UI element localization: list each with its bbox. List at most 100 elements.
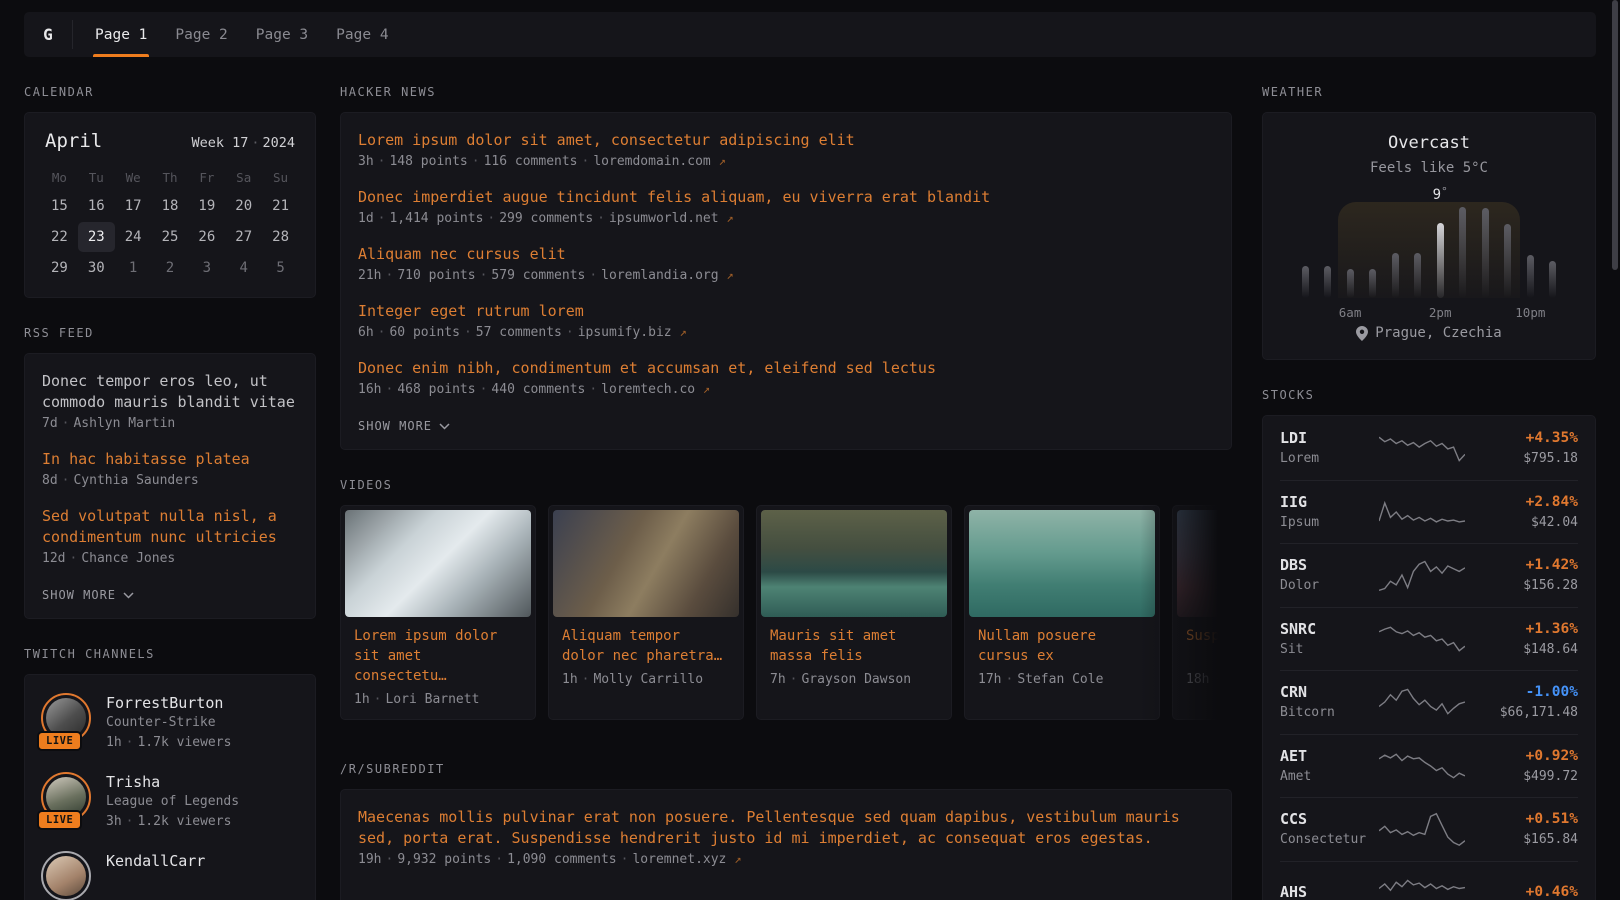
video-card[interactable]: Mauris sit amet massa felis 7h·Grayson D…	[756, 505, 952, 720]
external-link-icon: ↗	[734, 852, 741, 866]
page-scrollbar[interactable]	[1612, 0, 1618, 270]
nav-tab[interactable]: Page 4	[334, 12, 390, 57]
item-comments[interactable]: 57 comments	[476, 325, 562, 340]
stock-row[interactable]: AET Amet +0.92% $499.72	[1280, 734, 1578, 798]
rss-item-title[interactable]: In hac habitasse platea	[42, 449, 298, 470]
calendar-day: 16	[78, 191, 115, 221]
calendar-week: Week 17	[191, 135, 248, 151]
rss-show-more-button[interactable]: SHOW MORE	[42, 588, 134, 602]
stock-ticker: CCS	[1280, 809, 1379, 830]
stock-row[interactable]: SNRC Sit +1.36% $148.64	[1280, 607, 1578, 671]
stock-row[interactable]: CRN Bitcorn -1.00% $66,171.48	[1280, 670, 1578, 734]
stock-sparkline	[1379, 684, 1465, 720]
item-comments[interactable]: 440 comments	[491, 382, 585, 397]
stocks-widget: STOCKS LDI Lorem +4.35% $795.18	[1262, 388, 1596, 900]
twitch-viewers: 3h·1.2k viewers	[106, 812, 239, 832]
item-domain-link[interactable]: ipsumworld.net	[609, 211, 719, 226]
hackernews-item-meta: 3h·148 points·116 comments·loremdomain.c…	[358, 152, 1214, 171]
stock-row[interactable]: DBS Dolor +1.42% $156.28	[1280, 543, 1578, 607]
hackernews-card: Lorem ipsum dolor sit amet, consectetur …	[340, 112, 1232, 450]
hackernews-item-title[interactable]: Aliquam nec cursus elit	[358, 244, 1214, 265]
stock-row[interactable]: AHS +0.46%	[1280, 861, 1578, 900]
video-card[interactable]: Suspendisse diam 18h·Tara	[1172, 505, 1232, 720]
hackernews-item-title[interactable]: Donec imperdiet augue tincidunt felis al…	[358, 187, 1214, 208]
weather-hour-column	[1498, 202, 1518, 298]
weather-hour-column	[1453, 202, 1473, 298]
dot-separator: ·	[468, 154, 484, 169]
hackernews-item-title[interactable]: Integer eget rutrum lorem	[358, 301, 1214, 322]
stock-row[interactable]: LDI Lorem +4.35% $795.18	[1280, 416, 1578, 480]
rss-item-title[interactable]: Sed volutpat nulla nisl, a condimentum n…	[42, 506, 298, 548]
video-card[interactable]: Lorem ipsum dolor sit amet consectetu… 1…	[340, 505, 536, 720]
twitch-viewer-count: 1.7k viewers	[137, 735, 231, 750]
weather-location: Prague, Czechia	[1281, 325, 1577, 341]
stock-price: $66,171.48	[1465, 703, 1578, 722]
weather-hour-column	[1363, 202, 1383, 298]
rss-item-title[interactable]: Donec tempor eros leo, ut commodo mauris…	[42, 371, 298, 413]
item-age: 16h	[358, 382, 381, 397]
video-card[interactable]: Aliquam tempor dolor nec pharetra… 1h·Mo…	[548, 505, 744, 720]
item-domain-link[interactable]: loremnet.xyz	[632, 852, 726, 867]
item-comments[interactable]: 579 comments	[491, 268, 585, 283]
twitch-card: LIVE ForrestBurton Counter-Strike 1h·1.7…	[24, 674, 316, 900]
hackernews-section-title: HACKER NEWS	[340, 85, 1232, 99]
videos-row: Lorem ipsum dolor sit amet consectetu… 1…	[340, 505, 1232, 720]
twitch-channel-row[interactable]: LIVE ForrestBurton Counter-Strike 1h·1.7…	[41, 693, 299, 753]
dot-separator: ·	[122, 735, 138, 750]
avatar-ring	[41, 851, 91, 900]
calendar-weekday-label: Su	[262, 168, 299, 190]
calendar-day: 22	[41, 222, 78, 252]
calendar-card: April Week 17·2024 Mo Tu We Th Fr	[24, 112, 316, 298]
video-thumbnail	[1177, 510, 1232, 617]
video-title: Nullam posuere cursus ex	[978, 626, 1146, 666]
dot-separator: ·	[585, 382, 601, 397]
stock-price: $42.04	[1465, 513, 1578, 532]
stock-ticker: AHS	[1280, 882, 1379, 900]
hackernews-widget: HACKER NEWS Lorem ipsum dolor sit amet, …	[340, 85, 1232, 450]
calendar-day: 4	[225, 253, 262, 283]
nav-tab-label: Page 4	[336, 27, 388, 43]
item-comments[interactable]: 116 comments	[484, 154, 578, 169]
video-card[interactable]: Nullam posuere cursus ex 17h·Stefan Cole	[964, 505, 1160, 720]
calendar-weekday-label: Sa	[225, 168, 262, 190]
calendar-day: 1	[115, 253, 152, 283]
weather-section-title: WEATHER	[1262, 85, 1596, 99]
subreddit-post-title[interactable]: Maecenas mollis pulvinar erat non posuer…	[358, 807, 1214, 849]
item-domain-link[interactable]: loremtech.co	[601, 382, 695, 397]
nav-tab[interactable]: Page 3	[254, 12, 310, 57]
hackernews-item-title[interactable]: Donec enim nibh, condimentum et accumsan…	[358, 358, 1214, 379]
twitch-channel-row[interactable]: KendallCarr ·	[41, 851, 299, 900]
calendar-month: April	[45, 130, 102, 152]
stock-row[interactable]: CCS Consectetur +0.51% $165.84	[1280, 797, 1578, 861]
nav-tab[interactable]: Page 2	[173, 12, 229, 57]
hackernews-item-meta: 21h·710 points·579 comments·loremlandia.…	[358, 266, 1214, 285]
stock-price: $165.84	[1465, 830, 1578, 849]
video-age: 1h	[354, 692, 370, 707]
calendar-day: 5	[262, 253, 299, 283]
weather-condition: Overcast	[1281, 133, 1577, 153]
dot-separator: ·	[578, 672, 594, 687]
dot-separator: ·	[374, 211, 390, 226]
video-title: Mauris sit amet massa felis	[770, 626, 938, 666]
twitch-section-title: TWITCH CHANNELS	[24, 647, 316, 661]
calendar-week-year: Week 17·2024	[191, 135, 295, 151]
item-comments[interactable]: 299 comments	[499, 211, 593, 226]
nav-tab[interactable]: Page 1	[93, 12, 149, 57]
calendar-day: 2	[152, 253, 189, 283]
calendar-grid: Mo Tu We Th Fr Sa Su 15	[41, 168, 299, 283]
item-domain-link[interactable]: ipsumify.biz	[578, 325, 672, 340]
stock-row[interactable]: IIG Ipsum +2.84% $42.04	[1280, 480, 1578, 544]
item-domain-link[interactable]: loremlandia.org	[601, 268, 718, 283]
twitch-channel-row[interactable]: LIVE Trisha League of Legends 3h·1.2k vi…	[41, 772, 299, 832]
item-comments[interactable]: 1,090 comments	[507, 852, 617, 867]
weather-hour-column: 6am	[1340, 202, 1360, 298]
rss-item-age: 7d	[42, 416, 58, 431]
dot-separator: ·	[381, 268, 397, 283]
twitch-uptime: 3h	[106, 814, 122, 829]
item-domain-link[interactable]: loremdomain.com	[593, 154, 710, 169]
hackernews-item-title[interactable]: Lorem ipsum dolor sit amet, consectetur …	[358, 130, 1214, 151]
hackernews-show-more-button[interactable]: SHOW MORE	[358, 419, 450, 433]
dot-separator: ·	[1001, 672, 1017, 687]
weather-temp-bar	[1369, 269, 1376, 298]
external-link-icon: ↗	[719, 154, 726, 168]
